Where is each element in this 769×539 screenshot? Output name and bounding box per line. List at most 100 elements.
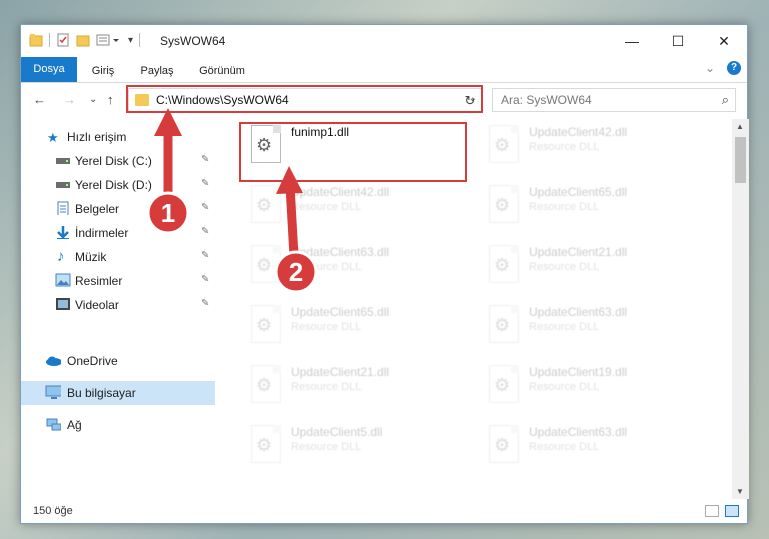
pin-icon[interactable]: ✎ — [201, 178, 209, 189]
tab-share[interactable]: Paylaş — [131, 60, 183, 82]
help-icon[interactable]: ? — [727, 61, 741, 75]
file-list: ⚙ funimp1.dll ⚙ UpdateClient42.dll Resou… — [217, 119, 733, 499]
file-item[interactable]: ⚙ UpdateClient63.dll Resource DLL — [481, 419, 701, 475]
sidebar-item-documents[interactable]: Belgeler ✎ — [21, 197, 215, 221]
sidebar-item-label: Videolar — [75, 298, 119, 312]
file-name: UpdateClient42.dll — [291, 185, 390, 199]
file-item[interactable]: ⚙ UpdateClient42.dll Resource DLL — [481, 119, 701, 175]
chevron-down-icon[interactable]: ▾ — [128, 35, 133, 46]
explorer-window: ▾ SysWOW64 — ☐ ✕ Dosya Giriş Paylaş Görü… — [20, 24, 749, 524]
sidebar-item-this-pc[interactable]: Bu bilgisayar — [21, 381, 215, 405]
recent-locations-button[interactable]: ⌄ — [89, 94, 97, 105]
sidebar-item-label: OneDrive — [67, 354, 118, 368]
pin-icon[interactable]: ✎ — [201, 226, 209, 237]
sidebar-item-local-disk-d[interactable]: Yerel Disk (D:) ✎ — [21, 173, 215, 197]
tab-file[interactable]: Dosya — [21, 57, 77, 82]
scroll-up-icon[interactable]: ▲ — [736, 122, 744, 131]
file-type: Resource DLL — [291, 441, 362, 453]
up-button[interactable]: ↑ — [107, 92, 114, 107]
file-item[interactable]: ⚙ UpdateClient65.dll Resource DLL — [243, 299, 463, 355]
file-type: Resource DLL — [529, 261, 600, 273]
sidebar-item-label: İndirmeler — [75, 226, 129, 240]
sidebar-item-pictures[interactable]: Resimler ✎ — [21, 269, 215, 293]
downloads-icon — [57, 226, 69, 239]
tiles-view-icon[interactable] — [725, 505, 739, 517]
maximize-button[interactable]: ☐ — [655, 25, 701, 57]
file-name: UpdateClient21.dll — [529, 245, 628, 259]
scrollbar-thumb[interactable] — [735, 137, 746, 183]
dll-file-icon: ⚙ — [251, 425, 281, 463]
file-type: Resource DLL — [291, 261, 362, 273]
details-view-icon[interactable] — [705, 505, 719, 517]
sidebar-item-label: Yerel Disk (D:) — [75, 178, 152, 192]
vertical-scrollbar[interactable]: ▲ ▼ — [732, 119, 749, 499]
videos-icon — [56, 298, 70, 310]
sidebar-item-label: Belgeler — [75, 202, 120, 216]
sidebar-item-local-disk-c[interactable]: Yerel Disk (C:) ✎ — [21, 149, 215, 173]
file-item[interactable]: ⚙ UpdateClient63.dll Resource DLL — [243, 239, 463, 295]
file-name: UpdateClient5.dll — [291, 425, 383, 439]
file-type: Resource DLL — [529, 441, 600, 453]
back-button[interactable]: ← — [33, 92, 46, 107]
expand-ribbon-icon[interactable]: ⌄ — [705, 61, 715, 75]
sidebar-item-videos[interactable]: Videolar ✎ — [21, 293, 215, 317]
dll-file-icon: ⚙ — [489, 125, 519, 163]
pictures-icon — [55, 273, 71, 287]
forward-button[interactable]: → — [63, 92, 76, 107]
sidebar-item-downloads[interactable]: İndirmeler ✎ — [21, 221, 215, 245]
dll-file-icon: ⚙ — [489, 185, 519, 223]
file-item[interactable]: ⚙ UpdateClient65.dll Resource DLL — [481, 179, 701, 235]
dll-file-icon: ⚙ — [251, 245, 281, 283]
file-type: Resource DLL — [529, 381, 600, 393]
pin-icon[interactable]: ✎ — [201, 274, 209, 285]
computer-icon — [45, 385, 61, 399]
close-button[interactable]: ✕ — [701, 25, 747, 57]
file-item[interactable]: ⚙ UpdateClient21.dll Resource DLL — [481, 239, 701, 295]
sidebar-item-network[interactable]: Ağ — [21, 413, 215, 437]
file-type: Resource DLL — [291, 321, 362, 333]
file-type: Resource DLL — [291, 201, 362, 213]
customize-toolbar-icon[interactable] — [96, 33, 122, 47]
item-count: 150 öğe — [33, 505, 73, 517]
minimize-button[interactable]: — — [609, 25, 655, 57]
properties-icon[interactable] — [56, 33, 70, 47]
file-type: Resource DLL — [291, 381, 362, 393]
folder-icon — [29, 34, 43, 47]
dll-file-icon: ⚙ — [251, 185, 281, 223]
file-name: UpdateClient63.dll — [529, 425, 628, 439]
file-item[interactable]: ⚙ UpdateClient42.dll Resource DLL — [243, 179, 463, 235]
file-item[interactable]: ⚙ UpdateClient5.dll Resource DLL — [243, 419, 463, 475]
pin-icon[interactable]: ✎ — [201, 298, 209, 309]
file-type: Resource DLL — [529, 201, 600, 213]
status-bar: 150 öğe — [21, 501, 747, 523]
new-folder-icon[interactable] — [76, 33, 90, 47]
file-name: UpdateClient19.dll — [529, 365, 628, 379]
navigation-bar: ← → ⌄ ↑ C:\Windows\SysWOW64 ⌄ ↻ Ara: Sys… — [21, 83, 747, 117]
tab-view[interactable]: Görünüm — [191, 60, 253, 82]
pin-icon[interactable]: ✎ — [201, 202, 209, 213]
address-path: C:\Windows\SysWOW64 — [156, 93, 289, 107]
ribbon-tabs: Dosya Giriş Paylaş Görünüm ⌄ ? — [21, 57, 747, 83]
file-item[interactable]: ⚙ UpdateClient63.dll Resource DLL — [481, 299, 701, 355]
refresh-button[interactable]: ↻ — [460, 91, 480, 111]
file-item-funimp1[interactable]: ⚙ funimp1.dll — [243, 119, 463, 175]
sidebar-item-onedrive[interactable]: OneDrive — [21, 349, 215, 373]
pin-icon[interactable]: ✎ — [201, 250, 209, 261]
sidebar-item-music[interactable]: ♪ Müzik ✎ — [21, 245, 215, 269]
dll-file-icon: ⚙ — [251, 305, 281, 343]
dll-file-icon: ⚙ — [489, 425, 519, 463]
network-icon — [46, 418, 61, 431]
sidebar-item-label: Yerel Disk (C:) — [75, 154, 152, 168]
file-item[interactable]: ⚙ UpdateClient21.dll Resource DLL — [243, 359, 463, 415]
file-type: Resource DLL — [529, 321, 600, 333]
pin-icon[interactable]: ✎ — [201, 154, 209, 165]
sidebar-item-quick-access[interactable]: ★ Hızlı erişim — [21, 125, 215, 149]
file-item[interactable]: ⚙ UpdateClient19.dll Resource DLL — [481, 359, 701, 415]
sidebar-item-label: Resimler — [75, 274, 123, 288]
tab-home[interactable]: Giriş — [83, 60, 123, 82]
file-name: UpdateClient65.dll — [291, 305, 390, 319]
scroll-down-icon[interactable]: ▼ — [736, 487, 744, 496]
sidebar-item-label: Bu bilgisayar — [67, 386, 136, 400]
address-bar[interactable]: C:\Windows\SysWOW64 ⌄ — [128, 88, 482, 112]
search-input[interactable]: Ara: SysWOW64 ⌕ — [492, 88, 736, 112]
